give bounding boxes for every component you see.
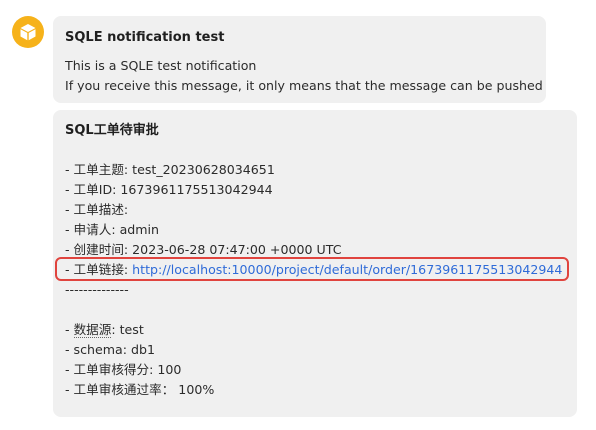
box-icon	[20, 24, 36, 41]
order-link[interactable]: http://localhost:10000/project/default/o…	[132, 262, 562, 277]
message-bubble-sql-order: SQL工单待审批 - 工单主题: test_20230628034651 - 工…	[53, 110, 577, 417]
message-title: SQL工单待审批	[65, 123, 159, 138]
separator: --------------	[65, 282, 129, 297]
data-source-row: - 数据源: test	[65, 320, 565, 340]
order-description: - 工单描述:	[65, 202, 129, 217]
message-title: SQLE notification test	[65, 30, 225, 45]
schema-row: - schema: db1	[65, 342, 155, 357]
avatar[interactable]	[12, 16, 44, 48]
audit-score-row: - 工单审核得分: 100	[65, 362, 182, 377]
message-line: If you receive this message, it only mea…	[65, 77, 543, 93]
order-id: - 工单ID: 1673961175513042944	[65, 182, 273, 197]
audit-pass-rate-row: - 工单审核通过率： 100%	[65, 382, 215, 397]
order-applicant: - 申请人: admin	[65, 222, 160, 237]
order-created-time: - 创建时间: 2023-06-28 07:47:00 +0000 UTC	[65, 242, 342, 257]
data-source-label: 数据源	[73, 322, 112, 338]
order-subject: - 工单主题: test_20230628034651	[65, 162, 275, 177]
order-link-row: - 工单链接: http://localhost:10000/project/d…	[55, 257, 569, 281]
order-link-label: - 工单链接:	[65, 262, 133, 277]
message-line: This is a SQLE test notification	[65, 58, 257, 73]
data-source-prefix: -	[65, 322, 74, 337]
data-source-value: : test	[111, 322, 144, 337]
message-bubble-test-notification: SQLE notification test This is a SQLE te…	[53, 16, 546, 103]
